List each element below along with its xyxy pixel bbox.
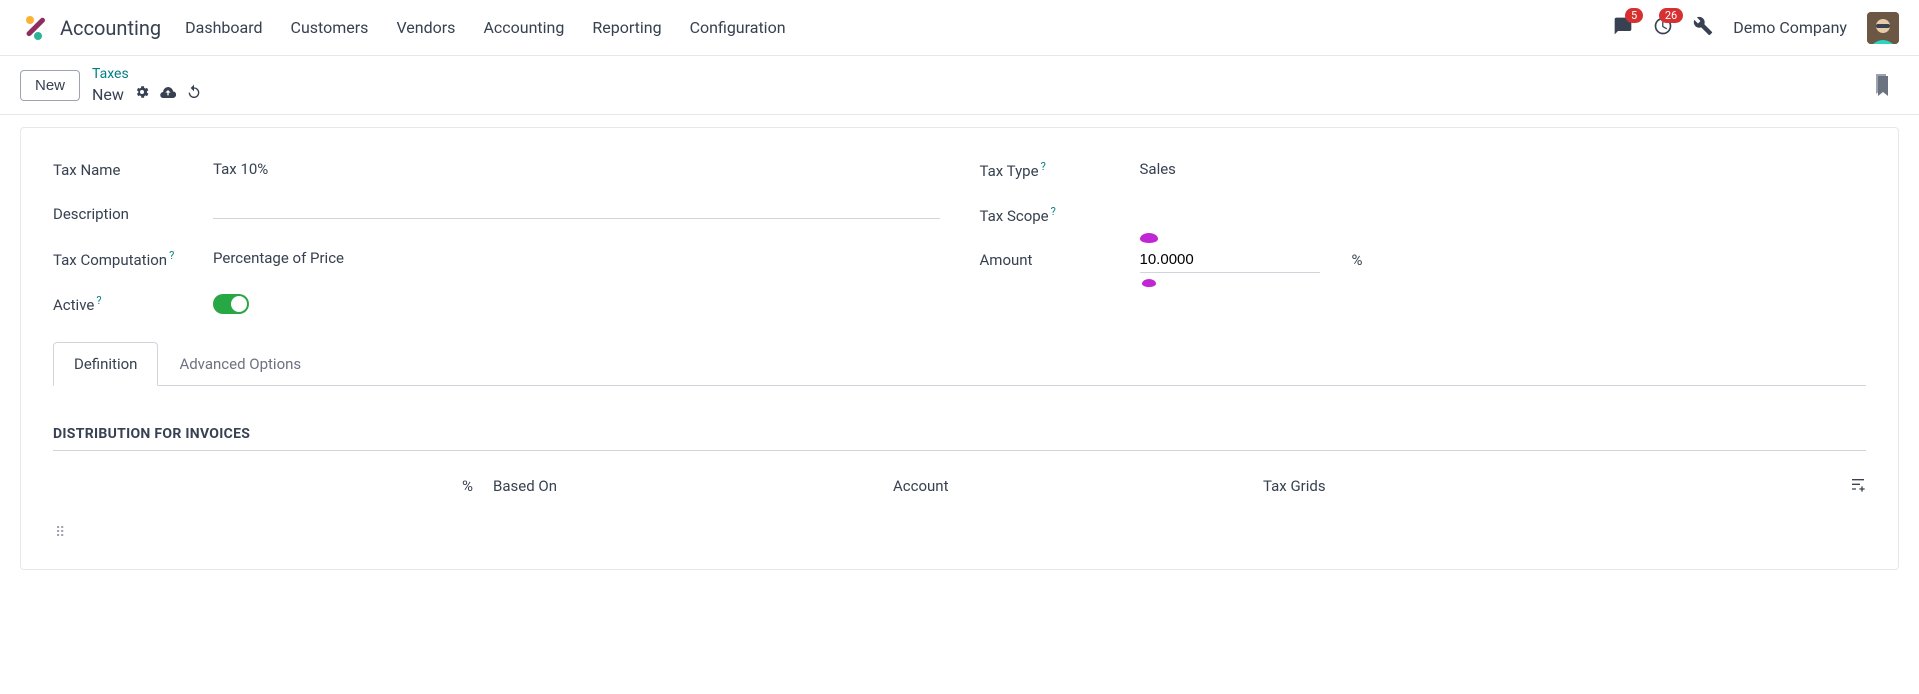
tax-scope-label: Tax Scope? bbox=[980, 205, 1140, 225]
activities-badge: 26 bbox=[1659, 8, 1683, 23]
col-header-tax-grids: Tax Grids bbox=[1263, 477, 1826, 497]
user-avatar[interactable] bbox=[1867, 12, 1899, 44]
tax-name-input[interactable]: Tax 10% bbox=[213, 156, 940, 183]
messages-badge: 5 bbox=[1625, 8, 1643, 23]
messages-button[interactable]: 5 bbox=[1613, 16, 1633, 40]
row-drag-handle[interactable]: ⠿ bbox=[53, 525, 1866, 541]
form-right-column: Tax Type? Sales Tax Scope? Amount % bbox=[980, 156, 1867, 314]
discard-button[interactable] bbox=[186, 84, 202, 104]
nav-configuration[interactable]: Configuration bbox=[690, 18, 786, 37]
form-main-grid: Tax Name Tax 10% Description Tax Computa… bbox=[53, 156, 1866, 314]
amount-input[interactable] bbox=[1140, 247, 1320, 273]
save-button[interactable] bbox=[160, 84, 176, 104]
tax-name-label: Tax Name bbox=[53, 161, 213, 179]
undo-icon bbox=[186, 84, 202, 100]
main-nav: Dashboard Customers Vendors Accounting R… bbox=[185, 18, 1613, 37]
distribution-table-header: % Based On Account Tax Grids bbox=[53, 467, 1866, 507]
decoration-bottom bbox=[1142, 279, 1156, 287]
tab-advanced-options[interactable]: Advanced Options bbox=[158, 342, 322, 385]
nav-accounting[interactable]: Accounting bbox=[483, 18, 564, 37]
distribution-invoices-title: DISTRIBUTION FOR INVOICES bbox=[53, 426, 1866, 451]
cloud-upload-icon bbox=[160, 84, 176, 100]
help-icon[interactable]: ? bbox=[1041, 160, 1046, 173]
breadcrumb-parent-link[interactable]: Taxes bbox=[92, 66, 202, 82]
bookmark-button[interactable] bbox=[1873, 74, 1891, 100]
app-title[interactable]: Accounting bbox=[60, 16, 161, 40]
col-header-account: Account bbox=[893, 477, 1263, 497]
app-logo[interactable] bbox=[20, 14, 48, 42]
amount-row: Amount % bbox=[980, 247, 1867, 273]
tools-button[interactable] bbox=[1693, 16, 1713, 40]
amount-label: Amount bbox=[980, 251, 1140, 269]
tax-computation-label: Tax Computation? bbox=[53, 249, 213, 269]
table-optional-columns[interactable] bbox=[1826, 477, 1866, 497]
form-left-column: Tax Name Tax 10% Description Tax Computa… bbox=[53, 156, 940, 314]
tax-name-row: Tax Name Tax 10% bbox=[53, 156, 940, 183]
col-header-percent: % bbox=[93, 477, 493, 497]
active-row: Active? bbox=[53, 294, 940, 314]
tax-scope-select[interactable] bbox=[1140, 211, 1867, 220]
top-navbar: Accounting Dashboard Customers Vendors A… bbox=[0, 0, 1919, 56]
tab-definition[interactable]: Definition bbox=[53, 342, 158, 386]
topbar-right: 5 26 Demo Company bbox=[1613, 12, 1899, 44]
avatar-icon bbox=[1867, 12, 1899, 44]
tax-type-label: Tax Type? bbox=[980, 160, 1140, 180]
settings-button[interactable] bbox=[134, 84, 150, 104]
amount-suffix: % bbox=[1352, 251, 1363, 269]
nav-dashboard[interactable]: Dashboard bbox=[185, 18, 262, 37]
sliders-icon bbox=[1850, 477, 1866, 493]
tax-scope-row: Tax Scope? bbox=[980, 205, 1867, 225]
tax-computation-row: Tax Computation? Percentage of Price bbox=[53, 245, 940, 272]
nav-reporting[interactable]: Reporting bbox=[592, 18, 661, 37]
description-label: Description bbox=[53, 205, 213, 223]
help-icon[interactable]: ? bbox=[169, 249, 174, 262]
control-panel: New Taxes New bbox=[0, 56, 1919, 115]
help-icon[interactable]: ? bbox=[1051, 205, 1056, 218]
activities-button[interactable]: 26 bbox=[1653, 16, 1673, 40]
decoration-top bbox=[1140, 233, 1158, 243]
tax-type-select[interactable]: Sales bbox=[1140, 156, 1867, 183]
breadcrumb: Taxes New bbox=[92, 66, 202, 104]
new-button[interactable]: New bbox=[20, 70, 80, 101]
tax-type-row: Tax Type? Sales bbox=[980, 156, 1867, 183]
breadcrumb-current: New bbox=[92, 85, 124, 104]
gear-icon bbox=[134, 84, 150, 100]
description-row: Description bbox=[53, 205, 940, 223]
form-tabs: Definition Advanced Options bbox=[53, 342, 1866, 386]
wrench-icon bbox=[1693, 16, 1713, 36]
company-selector[interactable]: Demo Company bbox=[1733, 18, 1847, 37]
description-input[interactable] bbox=[213, 210, 940, 219]
active-label: Active? bbox=[53, 294, 213, 314]
tax-computation-select[interactable]: Percentage of Price bbox=[213, 245, 940, 272]
bookmark-icon bbox=[1873, 74, 1891, 96]
nav-customers[interactable]: Customers bbox=[291, 18, 369, 37]
help-icon[interactable]: ? bbox=[96, 294, 101, 307]
form-sheet: Tax Name Tax 10% Description Tax Computa… bbox=[20, 127, 1899, 570]
col-header-based-on: Based On bbox=[493, 477, 893, 497]
nav-vendors[interactable]: Vendors bbox=[396, 18, 455, 37]
active-toggle[interactable] bbox=[213, 294, 249, 314]
